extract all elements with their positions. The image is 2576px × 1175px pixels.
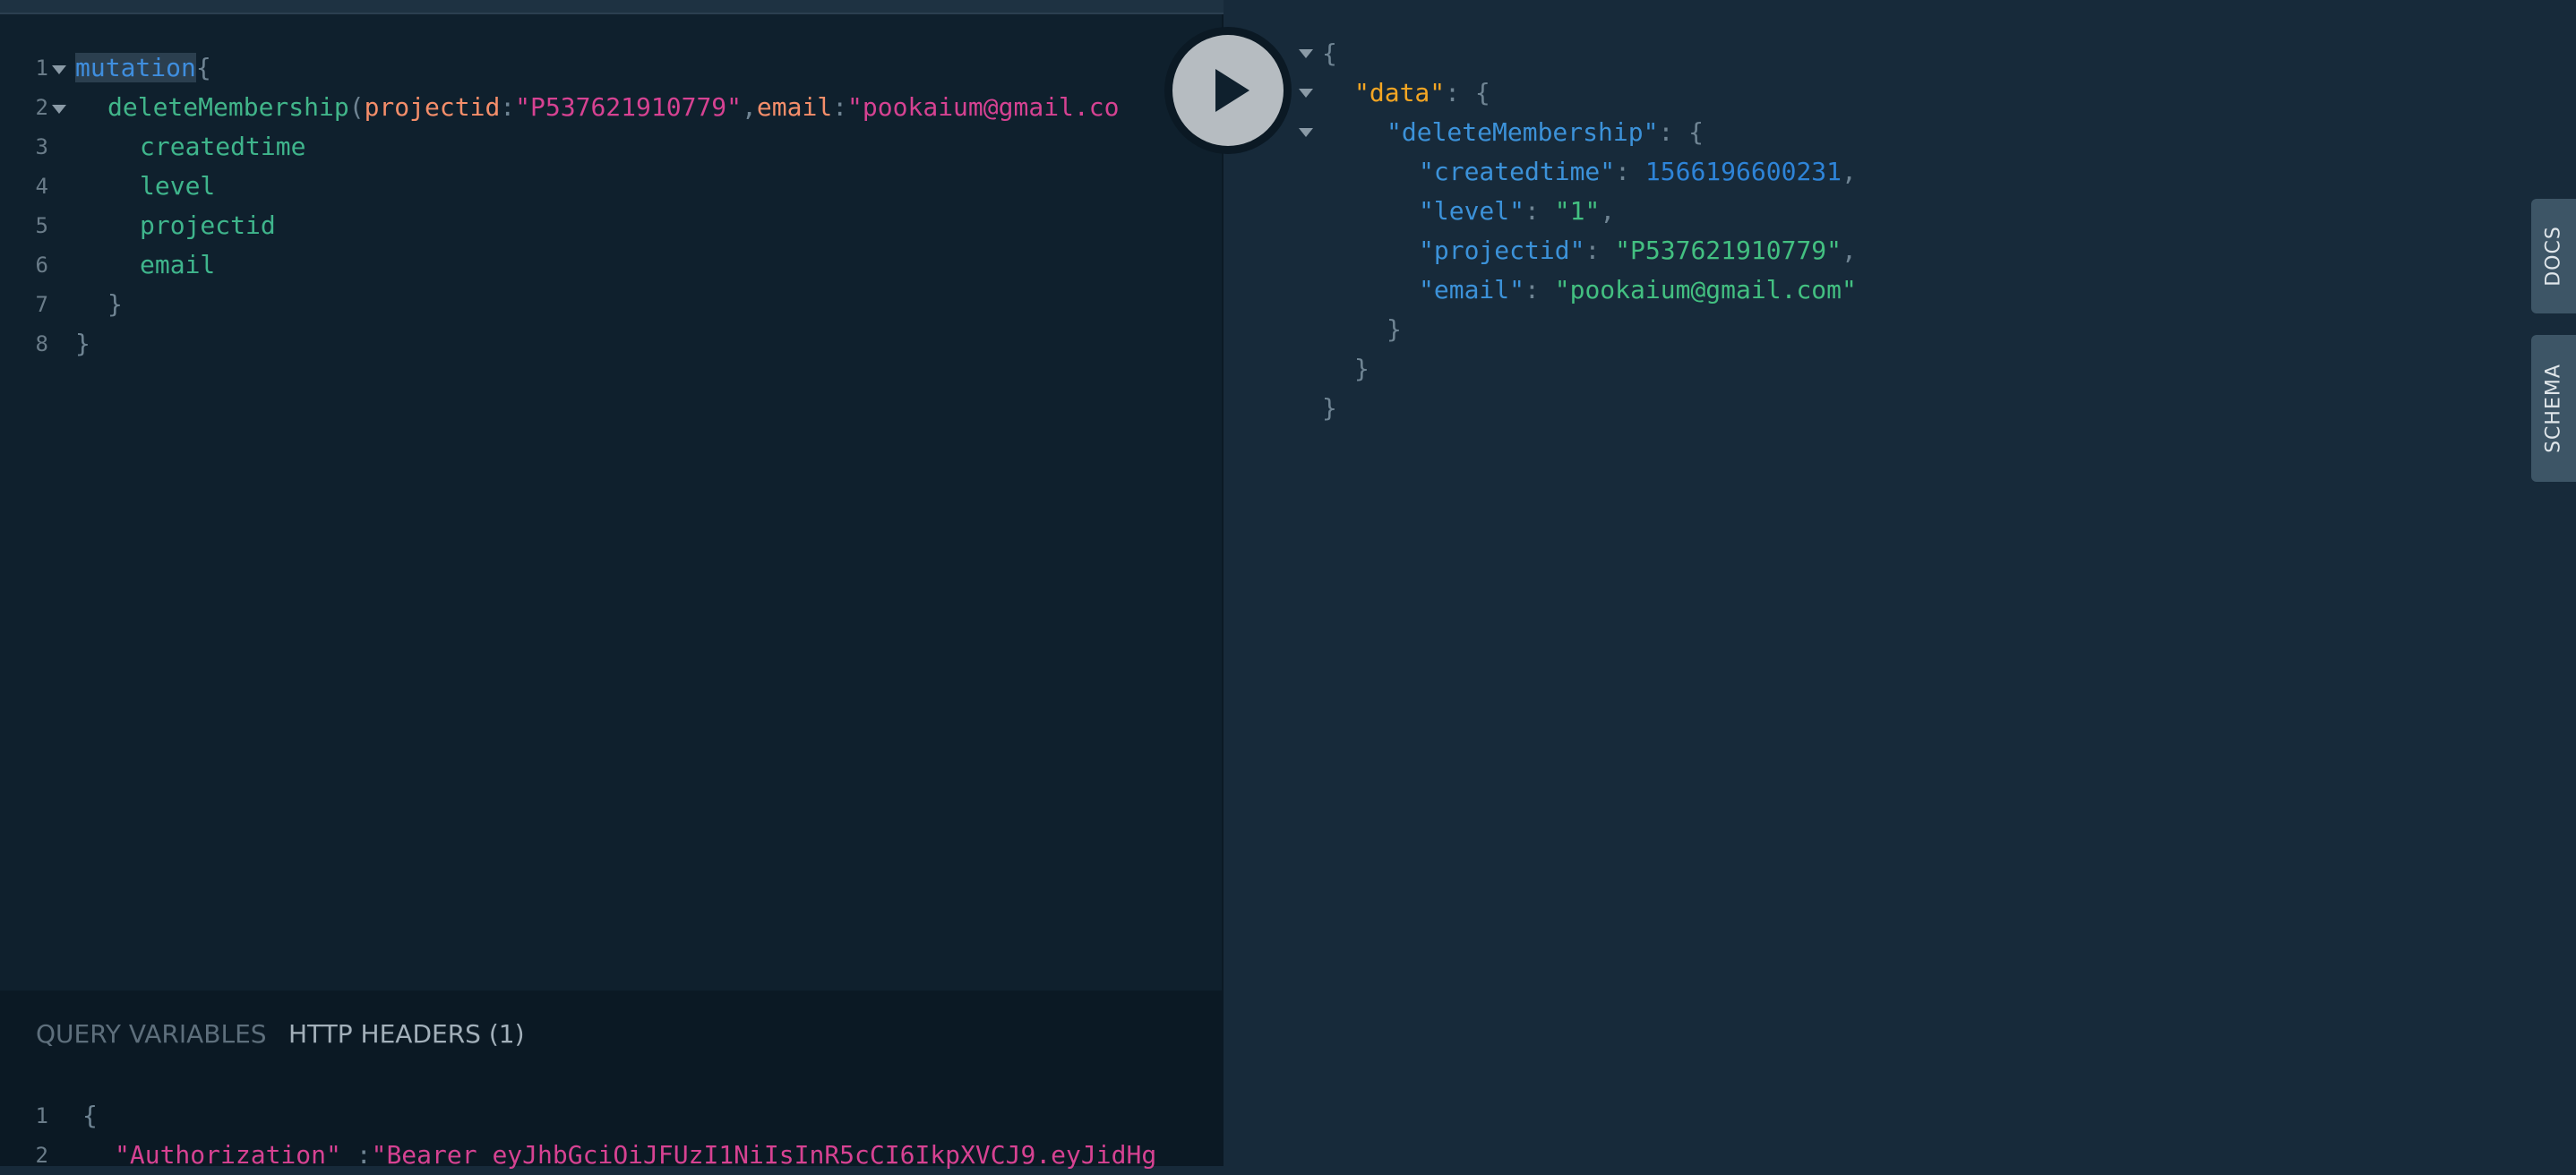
result-key: "createdtime" [1419,157,1616,186]
play-icon [1215,69,1249,112]
fold-arrow-icon[interactable] [1299,89,1313,98]
field-projectid: projectid [140,210,276,240]
schema-tab-label: SCHEMA [2542,364,2565,453]
field-email: email [140,250,216,279]
colon: : [1445,78,1475,107]
fold-arrow-icon[interactable] [52,105,66,114]
result-row: "level": "1", [1419,192,1615,231]
result-value: "pookaium@gmail.com" [1554,275,1857,304]
delete-membership-key: "deleteMembership" [1387,117,1659,147]
header-key: "Authorization" [115,1140,341,1170]
docs-tab[interactable]: DOCS [2531,199,2576,313]
schema-tab[interactable]: SCHEMA [2531,335,2576,482]
fold-arrow-icon[interactable] [1299,49,1313,58]
line-number: 2 [35,1143,48,1168]
mutation-name: deleteMembership [107,92,349,122]
fold-arrow-icon[interactable] [52,65,66,74]
result-row: "email": "pookaium@gmail.com" [1419,270,1857,310]
code-line-2: deleteMembership(projectid:"P53762191077… [107,88,1173,127]
result-row: "projectid": "P537621910779", [1419,231,1857,270]
data-key: "data" [1354,78,1446,107]
code-line-1: mutation{ [75,48,211,88]
header-value: "Bearer eyJhbGciOiJFUzI1NiIsInR5cCI6IkpX… [371,1140,1157,1170]
result-key: "projectid" [1419,236,1585,265]
line-number: 1 [35,1103,48,1128]
colon: : [1658,117,1689,147]
result-value: "P537621910779" [1615,236,1842,265]
comma: , [742,92,757,122]
line-number: 4 [35,174,48,199]
result-key: "email" [1419,275,1525,304]
result-key: "level" [1419,196,1525,226]
result-row: "createdtime": 1566196600231, [1419,152,1857,192]
brace: { [1688,117,1704,147]
tab-http-headers[interactable]: HTTP HEADERS (1) [288,1019,525,1049]
result-data-line: "data": { [1354,73,1490,113]
header-line[interactable]: "Authorization" :"Bearer eyJhbGciOiJFUzI… [115,1136,1222,1175]
colon: : [1524,196,1555,226]
colon: : [500,92,516,122]
brace: { [195,53,211,82]
line-number: 5 [35,213,48,238]
closing-brace: } [107,289,123,319]
line-number: 8 [35,331,48,356]
colon: : [1524,275,1555,304]
field-createdtime: createdtime [140,132,306,161]
brace: { [1322,39,1337,68]
line-number: 3 [35,134,48,159]
brace: { [1474,78,1490,107]
separator: : [340,1140,372,1170]
brace: { [82,1101,98,1130]
line-number: 7 [35,292,48,317]
result-value: "1" [1554,196,1601,226]
result-mutation-line: "deleteMembership": { [1387,113,1704,152]
closing-brace: } [1387,314,1402,344]
keyword-mutation: mutation [75,53,196,82]
value-projectid: "P537621910779" [515,92,743,122]
field-level: level [140,171,216,201]
arg-email: email [756,92,833,122]
fold-arrow-icon[interactable] [1299,128,1313,137]
colon: : [1584,236,1616,265]
line-number: 6 [35,253,48,278]
docs-tab-label: DOCS [2542,226,2565,287]
line-number: 2 [35,95,48,120]
comma: , [1842,236,1857,265]
tab-query-variables[interactable]: QUERY VARIABLES [36,1019,267,1049]
comma: , [1842,157,1857,186]
run-button[interactable] [1172,35,1284,146]
comma: , [1600,196,1616,226]
line-number: 1 [35,56,48,81]
result-value: 1566196600231 [1644,157,1842,186]
arg-projectid: projectid [364,92,501,122]
closing-brace: } [1322,393,1337,423]
closing-brace: } [75,329,90,358]
colon: : [1615,157,1645,186]
value-email: "pookaium@gmail.co [847,92,1120,122]
paren: ( [348,92,365,122]
colon: : [832,92,848,122]
closing-brace: } [1354,354,1370,383]
